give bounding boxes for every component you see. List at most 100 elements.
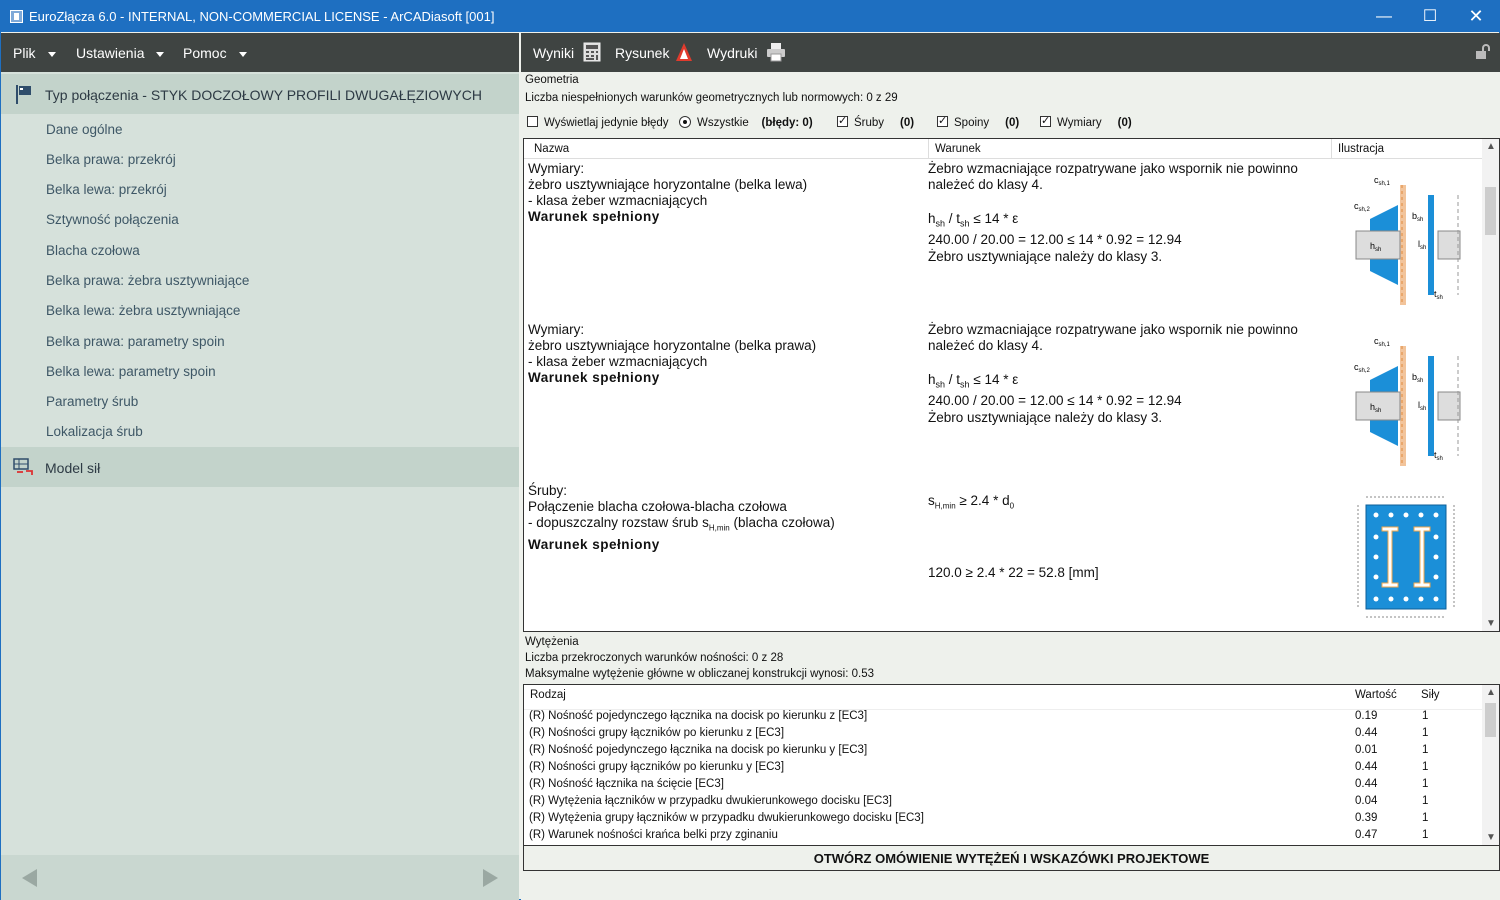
wyniki-button[interactable]: Wyniki [533, 45, 574, 61]
maximize-button[interactable]: ☐ [1407, 1, 1453, 32]
minimize-button[interactable]: — [1361, 1, 1407, 32]
cell-rodzaj: (R) Nośność pojedynczego łącznika na doc… [529, 744, 868, 756]
sidebar-item-blacha-czolowa[interactable]: Blacha czołowa [46, 243, 140, 258]
sidebar-item-lokalizacja-srub[interactable]: Lokalizacja śrub [46, 424, 143, 439]
menu-ustawienia[interactable]: Ustawienia [76, 45, 165, 61]
column-header-warunek[interactable]: Warunek [935, 143, 981, 155]
sidebar-section-model-sil[interactable]: Model sił [1, 447, 519, 487]
scrollbar-thumb[interactable] [1485, 703, 1496, 737]
bolts-count: (0) [900, 117, 915, 129]
scroll-down-icon[interactable]: ▼ [1486, 618, 1496, 629]
subdescription-part: - dopuszczalny rozstaw śrub s [528, 515, 709, 530]
condition-formula: sH,min ≥ 2.4 * d0 [928, 493, 1099, 515]
printer-icon[interactable] [766, 42, 786, 62]
label-csh2: csh,2 [1354, 201, 1371, 213]
filter-dims[interactable]: Wymiary (0) [1040, 114, 1132, 129]
all-radio[interactable] [679, 116, 691, 128]
scroll-up-icon[interactable]: ▲ [1486, 687, 1496, 698]
sidebar-item-sztywnosc[interactable]: Sztywność połączenia [46, 212, 179, 227]
column-separator [928, 139, 929, 159]
sidebar-item-dane-ogolne[interactable]: Dane ogólne [46, 122, 123, 137]
formula-sub: sh [935, 219, 946, 230]
open-discussion-button[interactable]: OTWÓRZ OMÓWIENIE WYTĘŻEŃ I WSKAZÓWKI PRO… [523, 846, 1500, 871]
table-row[interactable]: (R) Nośność pojedynczego łącznika na doc… [524, 709, 1482, 726]
menu-pomoc[interactable]: Pomoc [183, 45, 247, 61]
scroll-up-icon[interactable]: ▲ [1486, 141, 1496, 152]
welds-checkbox[interactable] [937, 114, 948, 127]
sidebar-section-connection-type[interactable]: Typ połączenia - STYK DOCZOŁOWY PROFILI … [1, 74, 519, 114]
welds-count: (0) [1005, 117, 1020, 129]
all-errors-count: (błędy: 0) [761, 117, 813, 129]
row-condition: Żebro wzmacniające rozpatrywane jako wsp… [928, 161, 1298, 265]
wytezenia-scrollbar[interactable]: ▲ ▼ [1482, 685, 1499, 845]
row-status: Warunek spełniony [528, 370, 660, 385]
condition-calculation: 120.0 ≥ 2.4 * 22 = 52.8 [mm] [928, 564, 1099, 580]
row-condition: Żebro wzmacniające rozpatrywane jako wsp… [928, 322, 1298, 426]
column-header-wartosc[interactable]: Wartość [1355, 689, 1397, 701]
chevron-down-icon [238, 51, 247, 57]
calculator-icon[interactable] [582, 42, 602, 62]
table-row[interactable]: Śruby: Połączenie blacha czołowa-blacha … [524, 483, 1482, 631]
stiffener-illustration: csh,1 csh,2 bsh hsh lsh tsh [1354, 336, 1461, 466]
bolts-label: Śruby [854, 117, 885, 129]
filter-only-errors[interactable]: Wyświetlaj jedynie błędy [527, 116, 669, 129]
filter-all[interactable]: Wszystkie (błędy: 0) [679, 116, 813, 129]
table-row[interactable]: (R) Wytężenia łączników w przypadku dwuk… [524, 794, 1482, 811]
table-row[interactable]: Wymiary: żebro usztywniające horyzontaln… [524, 322, 1482, 483]
sidebar-item-belka-lewa-przekroj[interactable]: Belka lewa: przekrój [46, 182, 167, 197]
lock-icon[interactable] [1474, 42, 1492, 62]
sidebar-item-belka-prawa-przekroj[interactable]: Belka prawa: przekrój [46, 152, 176, 167]
dims-checkbox[interactable] [1040, 114, 1051, 127]
illus-label-sub: sh [1420, 245, 1426, 251]
cell-wartosc: 0.04 [1355, 795, 1378, 807]
column-header-ilustracja[interactable]: Ilustracja [1338, 143, 1384, 155]
title-bar: EuroZłącza 6.0 - INTERNAL, NON-COMMERCIA… [1, 1, 1499, 32]
column-header-sily[interactable]: Siły [1421, 689, 1440, 701]
formula-sub: H,min [934, 501, 956, 511]
only-errors-checkbox[interactable] [527, 116, 538, 127]
results-panel: Geometria Liczba niespełnionych warunków… [521, 72, 1500, 900]
scrollbar-thumb[interactable] [1485, 187, 1496, 235]
illus-label-sub: sh [1420, 406, 1426, 412]
table-row[interactable]: (R) Warunek nośności krańca belki przy z… [524, 828, 1482, 845]
column-header-rodzaj[interactable]: Rodzaj [530, 689, 566, 701]
next-arrow-icon[interactable] [483, 869, 498, 887]
illus-label-sub: sh [1417, 378, 1423, 384]
column-header-nazwa[interactable]: Nazwa [534, 143, 569, 155]
sidebar-item-belka-prawa-zebra[interactable]: Belka prawa: żebra usztywniające [46, 273, 249, 288]
sidebar-item-belka-prawa-spoiny[interactable]: Belka prawa: parametry spoin [46, 334, 225, 349]
close-button[interactable]: ✕ [1453, 1, 1499, 32]
filter-welds[interactable]: Spoiny (0) [937, 114, 1020, 129]
sidebar-section-label: Model sił [45, 460, 101, 476]
table-row[interactable]: (R) Nośność łącznika na ścięcie [EC3] 0.… [524, 777, 1482, 794]
results-toolbar: Wyniki Rysunek Wydruki [521, 33, 1500, 72]
flag-icon [16, 85, 31, 104]
row-status: Warunek spełniony [528, 209, 660, 224]
table-row[interactable]: (R) Nośności grupy łączników po kierunku… [524, 726, 1482, 743]
bolts-checkbox[interactable] [837, 114, 848, 127]
wydruki-button[interactable]: Wydruki [707, 45, 757, 61]
sidebar-item-parametry-srub[interactable]: Parametry śrub [46, 394, 138, 409]
cell-sily: 1 [1422, 778, 1429, 790]
filter-bolts[interactable]: Śruby (0) [837, 114, 915, 129]
wytezenia-heading: Wytężenia [525, 636, 579, 648]
table-row[interactable]: (R) Nośność pojedynczego łącznika na doc… [524, 743, 1482, 760]
cell-sily: 1 [1422, 761, 1429, 773]
previous-arrow-icon[interactable] [22, 869, 37, 887]
rysunek-button[interactable]: Rysunek [615, 45, 669, 61]
table-row[interactable]: (R) Nośności grupy łączników po kierunku… [524, 760, 1482, 777]
table-row[interactable]: (R) Wytężenia grupy łączników w przypadk… [524, 811, 1482, 828]
subdescription-sub: H,min [708, 523, 730, 533]
formula-part: s [928, 493, 935, 508]
row-subdescription: - klasa żeber wzmacniających [528, 193, 708, 208]
sidebar-item-belka-lewa-zebra[interactable]: Belka lewa: żebra usztywniające [46, 303, 240, 318]
drawing-icon[interactable] [674, 42, 694, 62]
row-subdescription: - klasa żeber wzmacniających [528, 354, 708, 369]
sidebar-item-belka-lewa-spoiny[interactable]: Belka lewa: parametry spoin [46, 364, 216, 379]
geometry-scrollbar[interactable]: ▲ ▼ [1482, 139, 1499, 631]
illus-label-sub: sh [1437, 295, 1443, 301]
table-row[interactable]: Wymiary: żebro usztywniające horyzontaln… [524, 161, 1482, 322]
menu-plik[interactable]: Plik [13, 45, 56, 61]
scroll-down-icon[interactable]: ▼ [1486, 832, 1496, 843]
